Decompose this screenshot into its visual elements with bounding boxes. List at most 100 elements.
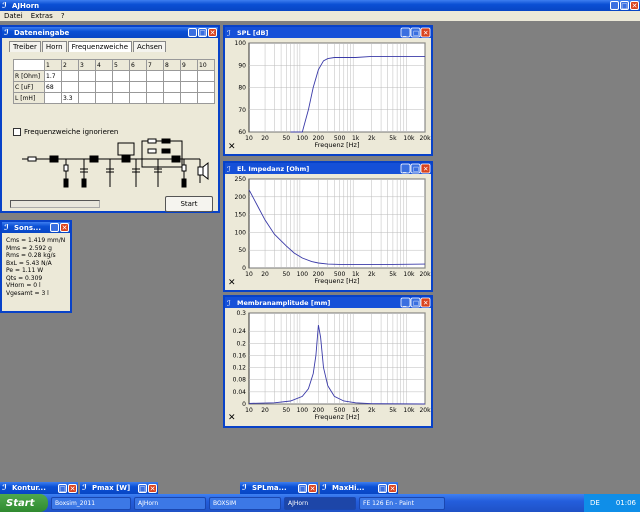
- tab-treiber[interactable]: Treiber: [9, 41, 41, 52]
- grid-col-header: 2: [61, 59, 79, 71]
- task-ajhorn-1[interactable]: AJHorn: [134, 496, 206, 510]
- grid-row-label: C [uF]: [13, 81, 45, 93]
- restore-button[interactable]: □: [58, 483, 67, 493]
- close-button[interactable]: ✕: [308, 483, 317, 493]
- grid-cell[interactable]: [129, 92, 147, 104]
- grid-cell[interactable]: [61, 70, 79, 82]
- grid-cell[interactable]: [95, 81, 113, 93]
- task-boxsim-2011[interactable]: Boxsim_2011: [51, 496, 131, 510]
- grid-cell[interactable]: [78, 92, 96, 104]
- y-tick-label: 50: [238, 247, 246, 254]
- checkbox-box[interactable]: [13, 128, 21, 136]
- grid-cell[interactable]: [112, 92, 130, 104]
- close-button[interactable]: ✕: [60, 223, 69, 232]
- dateneingabe-titlebar: ℐ Dateneingabe _ □ ✕: [2, 27, 218, 38]
- x-axis-label: Frequenz [Hz]: [314, 141, 359, 149]
- horn-icon: ℐ: [82, 483, 87, 492]
- tab-horn[interactable]: Horn: [41, 41, 67, 52]
- grid-cell[interactable]: [78, 81, 96, 93]
- menu-datei[interactable]: Datei: [0, 11, 27, 21]
- app-title: AJHorn: [12, 1, 40, 10]
- task-ajhorn-2[interactable]: AJHorn: [284, 496, 356, 510]
- maximize-button[interactable]: □: [620, 1, 629, 10]
- grid-cell[interactable]: 68: [44, 81, 62, 93]
- grid-cell[interactable]: [112, 81, 130, 93]
- grid-cell[interactable]: [44, 92, 62, 104]
- app-horn-icon: ℐ: [2, 0, 7, 10]
- grid-cell[interactable]: [61, 81, 79, 93]
- tab-frequenzweiche[interactable]: Frequenzweiche: [67, 41, 133, 52]
- grid-cell[interactable]: [163, 81, 181, 93]
- grid-cell[interactable]: [197, 70, 215, 82]
- amplitude-chart: Membranamplitude [mm]ℐ _ □ ✕00.040.080.120.…: [225, 297, 431, 421]
- restore-button[interactable]: □: [378, 483, 387, 493]
- grid-cell[interactable]: [129, 70, 147, 82]
- close-button[interactable]: ✕: [630, 1, 639, 10]
- menu-extras[interactable]: Extras: [27, 11, 57, 21]
- x-tick-label: 50: [282, 407, 290, 414]
- plot-area: [248, 312, 426, 405]
- minimized-pmax[interactable]: ℐ Pmax [W] □ ✕: [80, 482, 158, 494]
- close-chart-icon[interactable]: ✕: [228, 142, 236, 152]
- task-boxsim[interactable]: BOXSIM: [209, 496, 281, 510]
- grid-cell[interactable]: [163, 92, 181, 104]
- close-button[interactable]: ✕: [208, 28, 217, 37]
- x-tick-label: 10: [245, 271, 253, 278]
- language-indicator[interactable]: DE: [590, 499, 600, 507]
- maximize-button-glyph: □: [413, 299, 419, 307]
- minimized-title: Pmax [W]: [92, 484, 131, 492]
- horn-icon: ℐ: [4, 222, 9, 232]
- x-tick-label: 10: [245, 407, 253, 414]
- ignore-crossover-label: Frequenzweiche ignorieren: [24, 128, 119, 136]
- restore-button[interactable]: □: [298, 483, 307, 493]
- restore-button[interactable]: □: [138, 483, 147, 493]
- minimized-kontur[interactable]: ℐ Kontur... □ ✕: [0, 482, 78, 494]
- param-line: Rms = 0.28 kg/s: [6, 252, 56, 259]
- ignore-crossover-checkbox[interactable]: Frequenzweiche ignorieren: [13, 128, 118, 136]
- tab-achsen[interactable]: Achsen: [133, 41, 167, 52]
- grid-cell[interactable]: [95, 70, 113, 82]
- grid-cell[interactable]: 3.3: [61, 92, 79, 104]
- start-button[interactable]: Start: [0, 494, 48, 512]
- menu-bar: Datei Extras ?: [0, 11, 640, 21]
- grid-cell[interactable]: [112, 70, 130, 82]
- grid-cell[interactable]: [146, 70, 164, 82]
- grid-cell[interactable]: [180, 70, 198, 82]
- app-titlebar: ℐ AJHorn _ □ ✕: [0, 0, 640, 11]
- grid-cell[interactable]: [163, 70, 181, 82]
- minimize-button[interactable]: _: [610, 1, 619, 10]
- grid-cell[interactable]: [95, 92, 113, 104]
- maximize-button[interactable]: □: [198, 28, 207, 37]
- y-tick-label: 250: [235, 176, 247, 183]
- minimized-maxhi[interactable]: ℐ MaxHi... □ ✕: [320, 482, 398, 494]
- grid-cell[interactable]: [146, 81, 164, 93]
- x-tick-label: 20k: [419, 135, 431, 142]
- close-button[interactable]: ✕: [148, 483, 157, 493]
- grid-cell[interactable]: [197, 81, 215, 93]
- start-button[interactable]: Start: [165, 196, 213, 212]
- grid-cell[interactable]: [129, 81, 147, 93]
- close-button[interactable]: ✕: [68, 483, 77, 493]
- close-button[interactable]: ✕: [388, 483, 397, 493]
- y-tick-label: 0.2: [236, 340, 246, 347]
- close-chart-icon[interactable]: ✕: [228, 278, 236, 288]
- y-tick-label: 100: [235, 229, 247, 236]
- menu-help[interactable]: ?: [57, 11, 69, 21]
- minimized-splmax[interactable]: ℐ SPLma... □ ✕: [240, 482, 318, 494]
- grid-cell[interactable]: [180, 92, 198, 104]
- grid-cell[interactable]: [197, 92, 215, 104]
- grid-col-header: 8: [163, 59, 181, 71]
- grid-cell[interactable]: 1.7: [44, 70, 62, 82]
- x-tick-label: 10: [245, 135, 253, 142]
- grid-cell[interactable]: [180, 81, 198, 93]
- x-axis-label: Frequenz [Hz]: [314, 277, 359, 285]
- chart-title: Membranamplitude [mm]: [237, 299, 330, 307]
- y-tick-label: 200: [235, 194, 247, 201]
- grid-cell[interactable]: [78, 70, 96, 82]
- task-paint[interactable]: FE 126 En - Paint: [359, 496, 445, 510]
- minimize-button[interactable]: _: [50, 223, 59, 232]
- horn-icon: ℐ: [227, 165, 231, 174]
- close-chart-icon[interactable]: ✕: [228, 413, 236, 423]
- grid-cell[interactable]: [146, 92, 164, 104]
- minimize-button[interactable]: _: [188, 28, 197, 37]
